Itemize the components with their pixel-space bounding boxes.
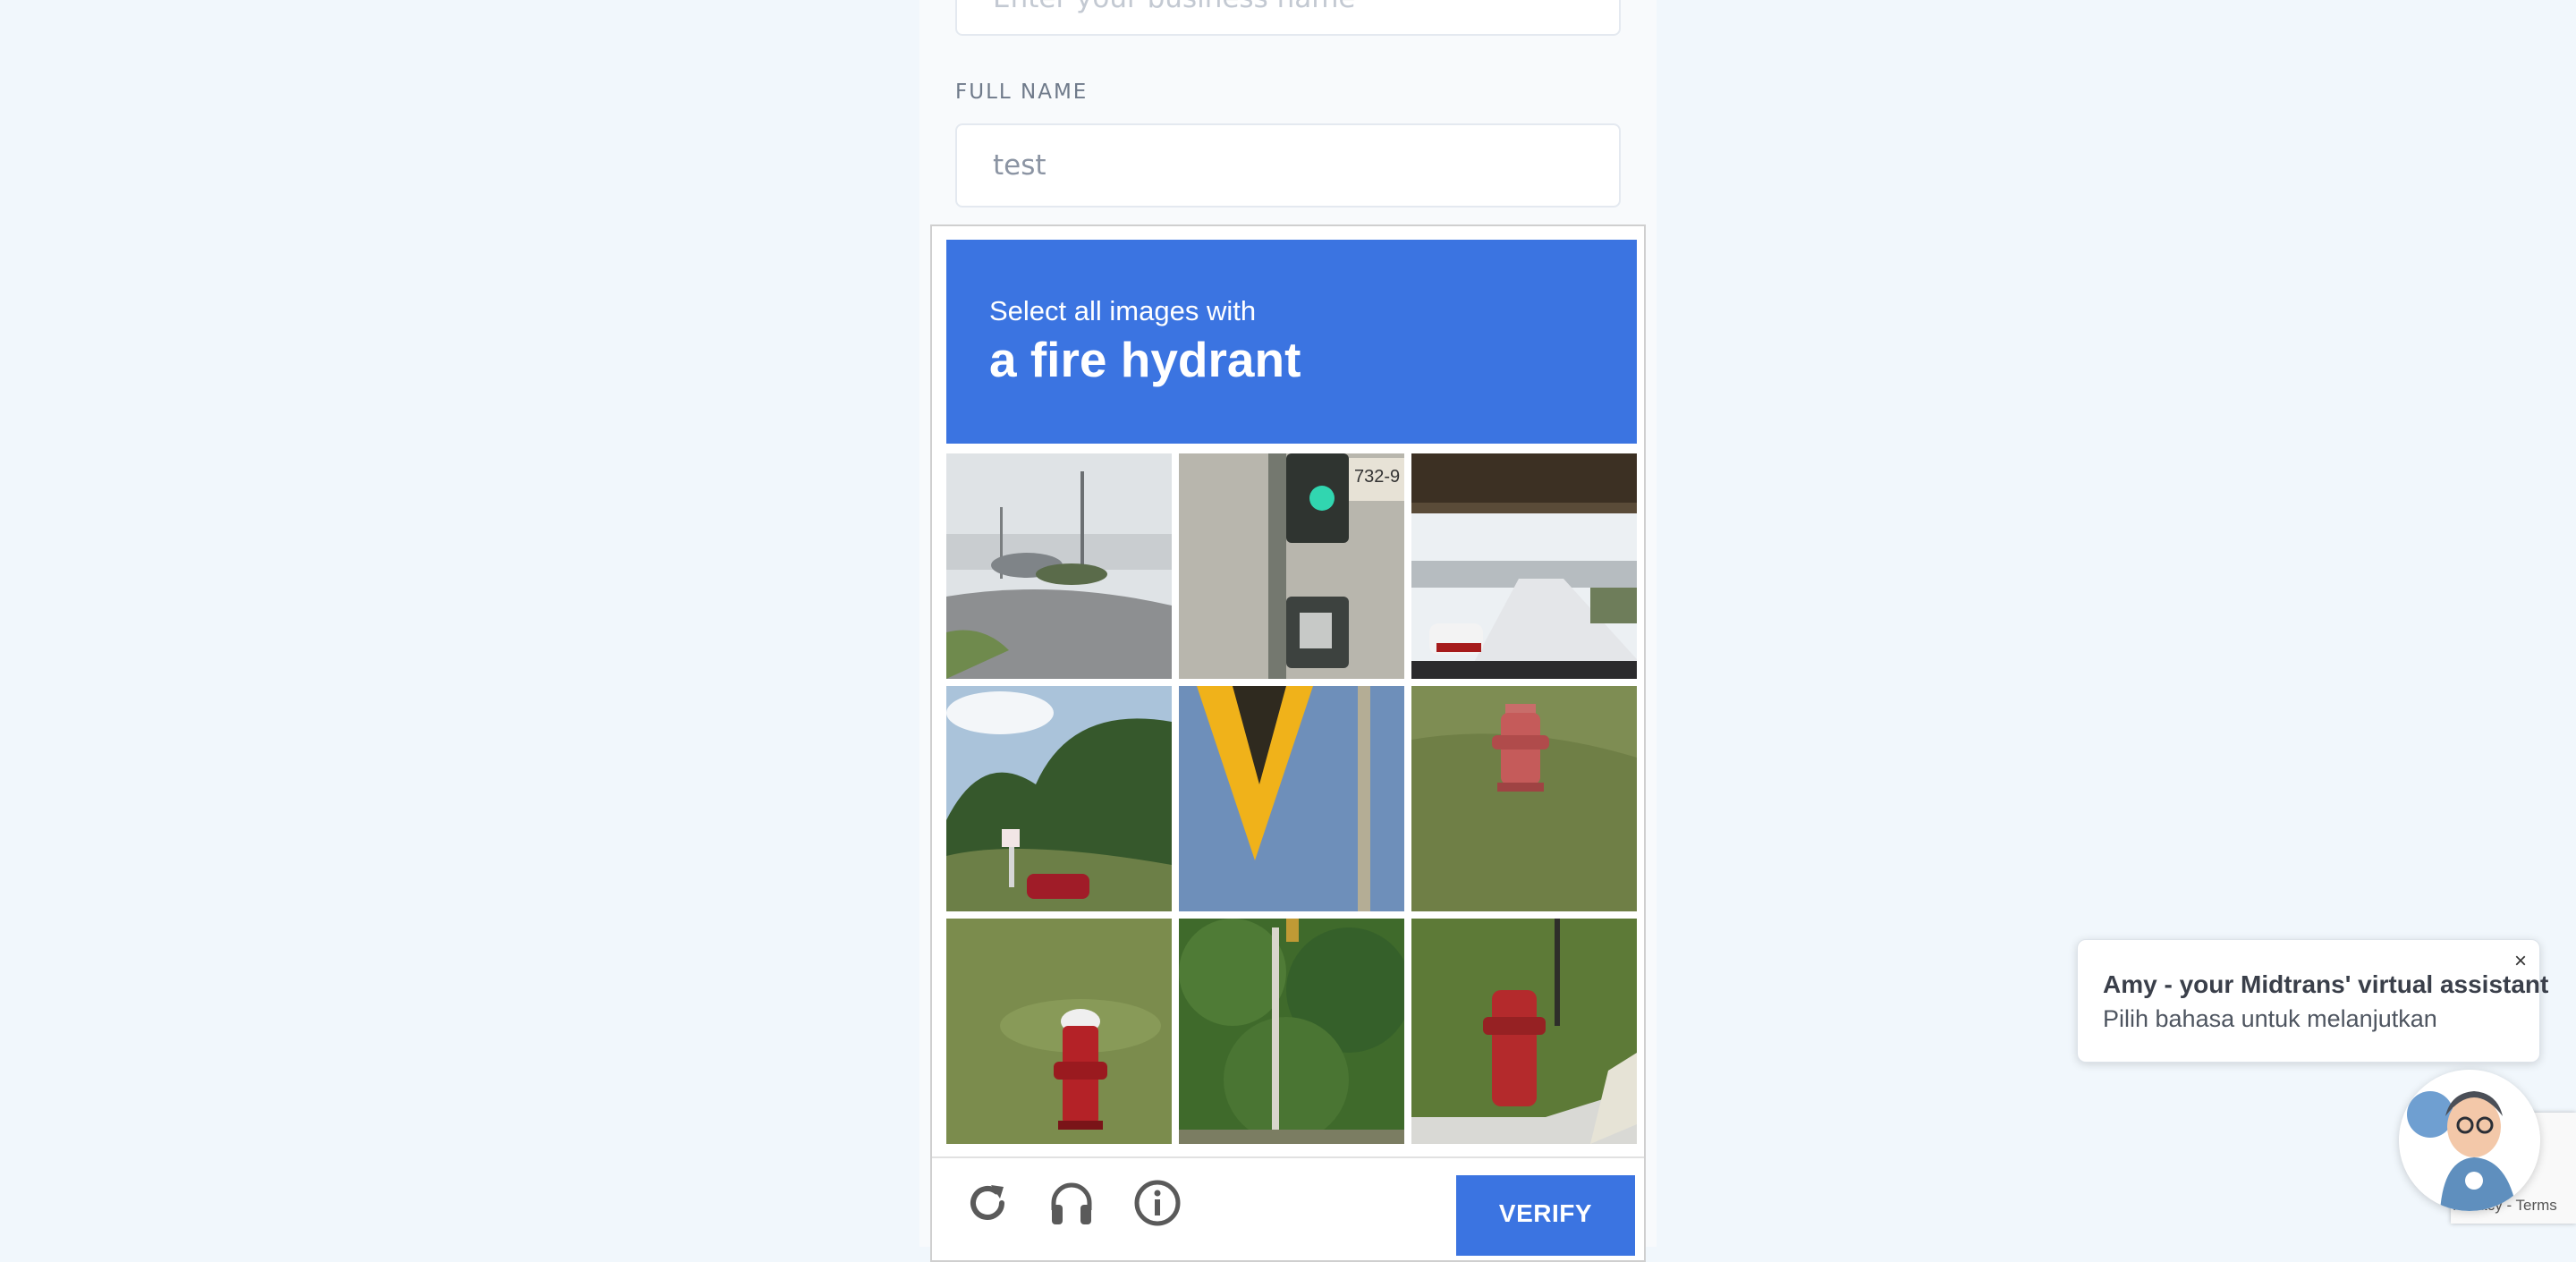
close-icon[interactable]: × bbox=[2514, 951, 2527, 972]
verify-button[interactable]: VERIFY bbox=[1456, 1175, 1635, 1256]
assistant-subtitle: Pilih bahasa untuk melanjutkan bbox=[2103, 1005, 2437, 1032]
challenge-tile-1[interactable] bbox=[946, 453, 1172, 679]
business-name-input[interactable]: Enter your business name bbox=[955, 0, 1621, 36]
challenge-tile-8[interactable] bbox=[1179, 919, 1404, 1144]
challenge-header: Select all images with a fire hydrant bbox=[946, 240, 1637, 444]
challenge-tile-6[interactable] bbox=[1411, 686, 1637, 911]
info-icon[interactable] bbox=[1132, 1178, 1182, 1228]
challenge-tile-3[interactable] bbox=[1411, 453, 1637, 679]
full-name-input[interactable]: test bbox=[955, 123, 1621, 208]
full-name-label: FULL NAME bbox=[955, 80, 1089, 104]
challenge-tile-4[interactable] bbox=[946, 686, 1172, 911]
reload-icon[interactable] bbox=[962, 1178, 1013, 1228]
challenge-target: a fire hydrant bbox=[989, 332, 1301, 387]
assistant-title: Amy - your Midtrans' virtual assistant bbox=[2103, 970, 2549, 998]
challenge-image-grid: 732-9 bbox=[946, 453, 1637, 1144]
challenge-tile-2[interactable]: 732-9 bbox=[1179, 453, 1404, 679]
assistant-popup: × Amy - your Midtrans' virtual assistant… bbox=[2077, 939, 2548, 1063]
challenge-tile-9[interactable] bbox=[1411, 919, 1637, 1144]
challenge-footer-divider bbox=[932, 1156, 1644, 1158]
recaptcha-challenge: Select all images with a fire hydrant 73… bbox=[930, 224, 1646, 1262]
assistant-avatar[interactable] bbox=[2399, 1070, 2540, 1211]
challenge-instruction: Select all images with bbox=[989, 295, 1257, 326]
challenge-tile-7[interactable] bbox=[946, 919, 1172, 1144]
challenge-tile-5[interactable] bbox=[1179, 686, 1404, 911]
headphones-icon[interactable] bbox=[1046, 1178, 1097, 1228]
svg-text:732-9: 732-9 bbox=[1354, 467, 1400, 487]
